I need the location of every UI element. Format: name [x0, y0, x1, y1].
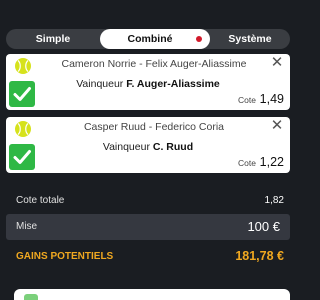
tab-systeme[interactable]: Système: [210, 29, 290, 49]
cote-label: Cote: [238, 158, 256, 168]
tennis-ball-icon: [15, 58, 31, 74]
selection-winner: Vainqueur C. Ruud: [46, 141, 250, 153]
cote-value: 1,49: [259, 92, 284, 106]
winner-prefix: Vainqueur: [76, 78, 127, 90]
total-odds-value: 1,82: [264, 195, 284, 206]
tab-simple[interactable]: Simple: [6, 29, 100, 49]
stake-value[interactable]: 100 €: [247, 219, 280, 234]
checkmark-icon[interactable]: [9, 144, 35, 170]
potential-winnings-row: GAINS POTENTIELS 181,78 €: [6, 246, 290, 268]
potential-winnings-value: 181,78 €: [235, 249, 284, 263]
tab-combine[interactable]: Combiné: [100, 29, 210, 49]
tab-combine-label: Combiné: [127, 33, 173, 45]
total-odds-label: Cote totale: [16, 195, 65, 206]
winner-prefix: Vainqueur: [102, 141, 153, 153]
notification-dot-icon: [196, 36, 202, 42]
winner-name: C. Ruud: [152, 141, 194, 153]
match-title: Cameron Norrie - Felix Auger-Aliassime: [61, 58, 247, 70]
match-title: Casper Ruud - Federico Coria: [83, 121, 225, 133]
winner-name: F. Auger-Aliassime: [126, 78, 220, 90]
bet-selection-card: Casper Ruud - Federico Coria ✕ Vainqueur…: [6, 117, 290, 173]
place-bet-panel[interactable]: [14, 289, 290, 300]
checkmark-icon[interactable]: [9, 81, 35, 107]
selection-winner: Vainqueur F. Auger-Aliassime: [46, 78, 250, 90]
potential-winnings-label: GAINS POTENTIELS: [16, 251, 114, 262]
tennis-ball-icon: [15, 121, 31, 137]
bet-selection-card: Cameron Norrie - Felix Auger-Aliassime ✕…: [6, 54, 290, 110]
close-icon[interactable]: ✕: [270, 118, 284, 133]
cote-value: 1,22: [259, 155, 284, 169]
close-icon[interactable]: ✕: [270, 55, 284, 70]
total-odds-row: Cote totale 1,82: [6, 189, 290, 211]
cote-label: Cote: [238, 95, 256, 105]
status-icon: [24, 294, 38, 300]
stake-field[interactable]: Mise 100 €: [6, 214, 290, 240]
stake-label: Mise: [16, 221, 38, 232]
bet-type-tabs: Simple Combiné Système: [6, 29, 290, 49]
